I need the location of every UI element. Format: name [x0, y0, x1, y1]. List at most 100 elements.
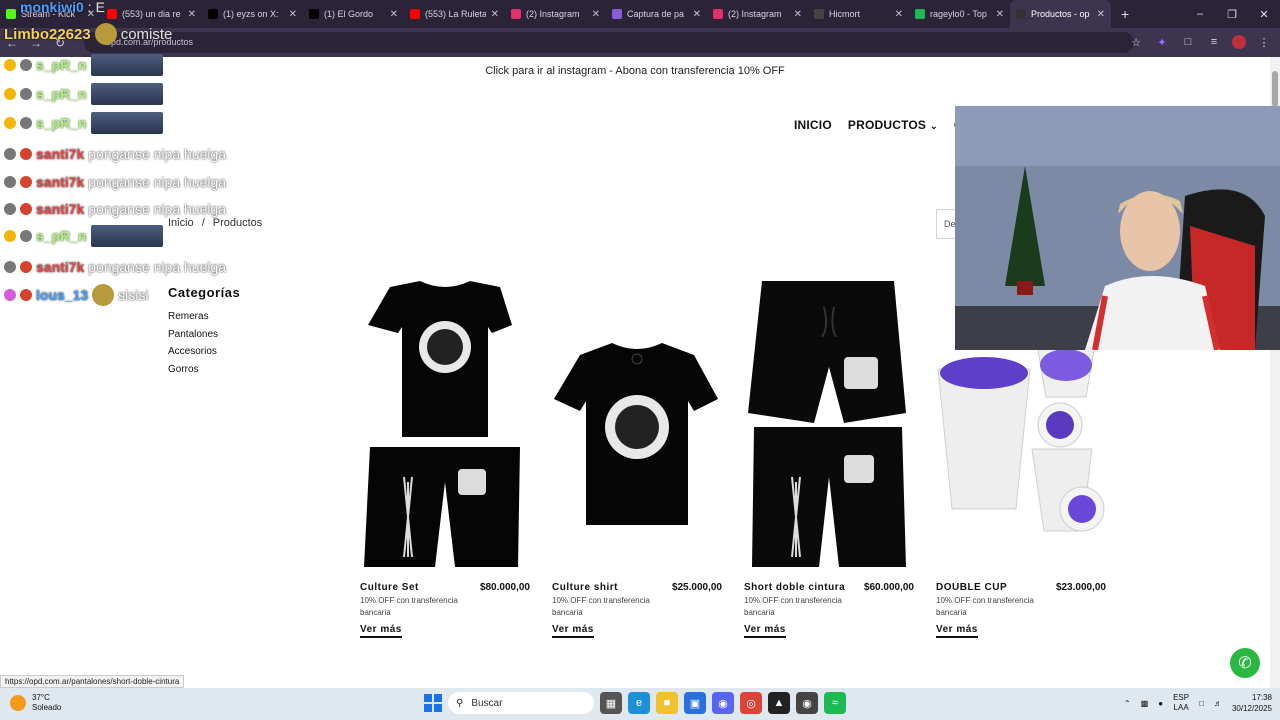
new-tab-button[interactable]: + [1111, 6, 1139, 22]
tab-close-icon[interactable]: ✕ [895, 9, 903, 20]
tab-label: Captura de pa [627, 9, 685, 19]
product-title-row: Culture Set $80.000,00 [360, 582, 530, 593]
see-more-button[interactable]: Ver más [744, 624, 786, 638]
tab-label: (2) Instagram [526, 9, 580, 19]
minimize-icon[interactable]: – [1184, 0, 1216, 28]
browser-tab[interactable]: Captura de pa ✕ [606, 0, 707, 28]
microphone-icon[interactable]: ● [1158, 699, 1163, 708]
tab-label: Productos - op [1031, 9, 1090, 19]
announcement-bar[interactable]: Click para ir al instagram - Abona con t… [0, 65, 1270, 77]
browser-tab[interactable]: Hicmort ✕ [808, 0, 909, 28]
weather-temp: 37°C [32, 693, 50, 702]
product-name[interactable]: DOUBLE CUP [936, 582, 1007, 593]
browser-tab[interactable]: rageylo0 - Top ✕ [909, 0, 1010, 28]
browser-tab[interactable]: (1) El Gordo ✕ [303, 0, 404, 28]
window-controls: – ❐ ✕ [1184, 0, 1280, 28]
product-image-short-doble-cintura[interactable] [744, 277, 914, 569]
file-explorer-icon[interactable]: ■ [656, 692, 678, 714]
language-indicator[interactable]: ESP LAA [1173, 693, 1189, 713]
scrollbar-thumb[interactable] [1272, 71, 1278, 107]
spotify-icon[interactable]: ≈ [824, 692, 846, 714]
product-discount-note: 10% OFF con transferencia bancaria [936, 596, 1034, 617]
display-icon[interactable]: □ [1199, 699, 1204, 708]
see-more-button[interactable]: Ver más [360, 624, 402, 638]
tab-favicon-icon [309, 9, 319, 19]
see-more-button[interactable]: Ver más [552, 624, 594, 638]
volume-icon[interactable]: ♬ [1214, 699, 1222, 708]
clock[interactable]: 17:38 30/12/2025 [1232, 692, 1272, 714]
app-icon[interactable]: ▲ [768, 692, 790, 714]
tray-chevron-icon[interactable]: ⌃ [1124, 699, 1131, 708]
weather-widget[interactable]: 37°C Soleado [10, 693, 61, 713]
browser-tab[interactable]: Stream - Kick ✕ [0, 0, 101, 28]
tab-close-icon[interactable]: ✕ [87, 9, 95, 20]
browser-tab[interactable]: Productos - op ✕ [1010, 0, 1111, 28]
clock-date: 30/12/2025 [1231, 704, 1272, 713]
tab-favicon-icon [814, 9, 824, 19]
store-icon[interactable]: ▣ [684, 692, 706, 714]
nav-inicio[interactable]: INICIO [794, 118, 832, 132]
browser-tab[interactable]: (2) Instagram ✕ [505, 0, 606, 28]
chrome-icon[interactable]: ◎ [740, 692, 762, 714]
tab-close-icon[interactable]: ✕ [390, 9, 398, 20]
language-top: ESP [1173, 693, 1190, 702]
address-bar: ← → ↻ opd.com.ar/productos ☆ ✦ □ ≡ ⋮ [0, 28, 1280, 57]
product-name[interactable]: Short doble cintura [744, 582, 845, 593]
breadcrumb-current: Productos [212, 217, 263, 229]
url-field[interactable]: opd.com.ar/productos [84, 32, 1134, 53]
category-gorros[interactable]: Gorros [168, 364, 218, 382]
restore-icon[interactable]: ❐ [1216, 0, 1248, 28]
discord-icon[interactable]: ◉ [712, 692, 734, 714]
search-placeholder: Buscar [471, 697, 503, 709]
product-card[interactable]: Short doble cintura $60.000,00 10% OFF c… [744, 277, 914, 638]
obs-icon[interactable]: ◉ [796, 692, 818, 714]
nav-productos[interactable]: PRODUCTOS ⌄ [848, 118, 938, 132]
extension-feather-icon[interactable]: ✦ [1154, 32, 1170, 52]
tab-close-icon[interactable]: ✕ [289, 9, 297, 20]
reading-list-icon[interactable]: ≡ [1206, 32, 1222, 52]
task-view-icon[interactable]: ▦ [600, 692, 622, 714]
edge-icon[interactable]: e [628, 692, 650, 714]
windows-start-icon[interactable] [424, 694, 442, 712]
category-accesorios[interactable]: Accesorios [168, 346, 218, 364]
product-card[interactable]: Culture shirt $25.000,00 10% OFF con tra… [552, 277, 722, 638]
link-status-url: https://opd.com.ar/pantalones/short-dobl… [0, 675, 185, 688]
url-text: opd.com.ar/productos [106, 37, 194, 47]
taskbar-search[interactable]: ⚲ Buscar [448, 692, 594, 714]
network-icon[interactable]: ▩ [1141, 699, 1149, 708]
whatsapp-icon[interactable]: ✆ [1230, 648, 1260, 678]
tab-favicon-icon [410, 9, 420, 19]
browser-tab[interactable]: (2) Instagram ✕ [707, 0, 808, 28]
product-name[interactable]: Culture shirt [552, 582, 618, 593]
browser-tab[interactable]: (553) un dia re ✕ [101, 0, 202, 28]
extensions-puzzle-icon[interactable]: □ [1180, 32, 1196, 52]
tab-close-icon[interactable]: ✕ [491, 9, 499, 20]
category-pantalones[interactable]: Pantalones [168, 329, 218, 347]
bookmark-star-icon[interactable]: ☆ [1128, 32, 1144, 52]
see-more-button[interactable]: Ver más [936, 624, 978, 638]
product-card[interactable]: Culture Set $80.000,00 10% OFF con trans… [360, 277, 530, 638]
browser-tab[interactable]: (553) La Ruleta ✕ [404, 0, 505, 28]
close-window-icon[interactable]: ✕ [1248, 0, 1280, 28]
tab-close-icon[interactable]: ✕ [794, 9, 802, 20]
profile-avatar[interactable] [1232, 35, 1246, 49]
tab-close-icon[interactable]: ✕ [996, 9, 1004, 20]
tab-close-icon[interactable]: ✕ [188, 9, 196, 20]
tab-close-icon[interactable]: ✕ [1097, 9, 1105, 20]
forward-icon[interactable]: → [24, 36, 48, 50]
category-remeras[interactable]: Remeras [168, 311, 218, 329]
product-name[interactable]: Culture Set [360, 582, 419, 593]
tab-close-icon[interactable]: ✕ [693, 9, 701, 20]
tab-strip: Stream - Kick ✕ (553) un dia re ✕ (1) eyzs o… [0, 0, 1111, 28]
back-icon[interactable]: ← [0, 36, 24, 50]
product-image-culture-set[interactable] [360, 277, 530, 569]
breadcrumb-separator: / [201, 217, 205, 229]
breadcrumb-home[interactable]: Inicio [168, 217, 194, 229]
tab-close-icon[interactable]: ✕ [592, 9, 600, 20]
reload-icon[interactable]: ↻ [48, 36, 72, 50]
browser-tab[interactable]: (1) eyzs on X: ✕ [202, 0, 303, 28]
menu-kebab-icon[interactable]: ⋮ [1256, 32, 1272, 52]
product-image-culture-shirt[interactable] [552, 277, 722, 569]
product-title-row: Short doble cintura $60.000,00 [744, 582, 914, 593]
nav-productos-label: PRODUCTOS [847, 118, 927, 132]
